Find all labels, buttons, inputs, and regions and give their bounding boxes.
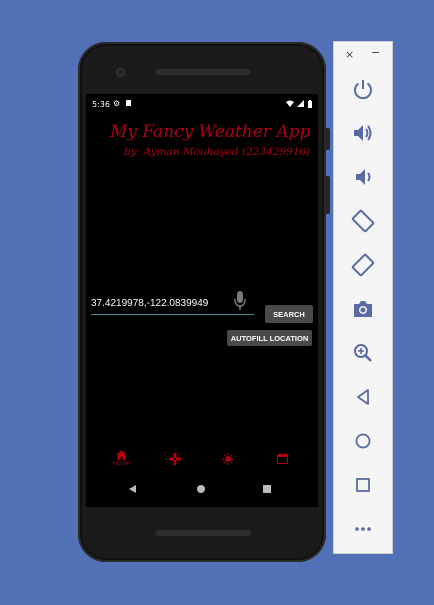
camera-icon[interactable]: [351, 297, 375, 321]
phone-screen: 5:36 ⚙ My Fancy Weather App by: Ayman Mo…: [86, 94, 318, 507]
home-icon: [115, 450, 127, 460]
system-recents-button[interactable]: [263, 485, 271, 493]
back-icon[interactable]: [351, 385, 375, 409]
wifi-icon: [285, 100, 294, 107]
volume-down-icon[interactable]: [351, 165, 375, 189]
location-input[interactable]: [91, 296, 231, 310]
nav-item-calendar[interactable]: [262, 449, 302, 475]
volume-up-icon[interactable]: [351, 121, 375, 145]
battery-icon: [308, 99, 312, 108]
volume-side-button: [326, 176, 330, 214]
app-subtitle: by: Ayman Moubayed (223429916): [124, 146, 311, 158]
gamepad-icon: [169, 453, 181, 465]
autofill-location-button[interactable]: AUTOFILL LOCATION: [227, 330, 312, 346]
status-bar: 5:36 ⚙: [86, 94, 318, 116]
power-icon[interactable]: [351, 77, 375, 101]
location-field: [91, 290, 254, 315]
nav-item-forecast[interactable]: [155, 449, 195, 475]
signal-icon: [297, 100, 305, 107]
nav-item-weather[interactable]: [208, 449, 248, 475]
close-icon[interactable]: ×: [345, 48, 354, 61]
more-icon[interactable]: [351, 517, 375, 541]
power-side-button: [326, 128, 330, 150]
status-time: 5:36: [92, 100, 110, 109]
emulator-toolbar: × −: [333, 41, 393, 554]
minimize-icon[interactable]: −: [371, 46, 380, 59]
system-back-button[interactable]: [129, 485, 136, 493]
system-navigation-bar: [86, 479, 318, 501]
microphone-icon[interactable]: [232, 290, 248, 312]
system-home-button[interactable]: [197, 485, 205, 493]
nav-item-home[interactable]: Home: [101, 449, 141, 475]
gear-icon: ⚙: [113, 99, 121, 108]
sun-icon: [222, 453, 234, 465]
front-camera: [116, 68, 125, 77]
bottom-speaker: [155, 530, 251, 536]
sdcard-icon: [126, 100, 131, 106]
search-button[interactable]: SEARCH: [265, 305, 313, 323]
bottom-navigation: Home: [86, 449, 318, 475]
zoom-icon[interactable]: [351, 341, 375, 365]
rotate-right-icon[interactable]: [351, 253, 375, 277]
home-icon[interactable]: [351, 429, 375, 453]
rotate-left-icon[interactable]: [351, 209, 375, 233]
earpiece-speaker: [155, 69, 251, 75]
calendar-icon: [276, 453, 288, 464]
overview-icon[interactable]: [351, 473, 375, 497]
app-title: My Fancy Weather App: [110, 122, 311, 142]
nav-label-home: Home: [112, 460, 130, 467]
